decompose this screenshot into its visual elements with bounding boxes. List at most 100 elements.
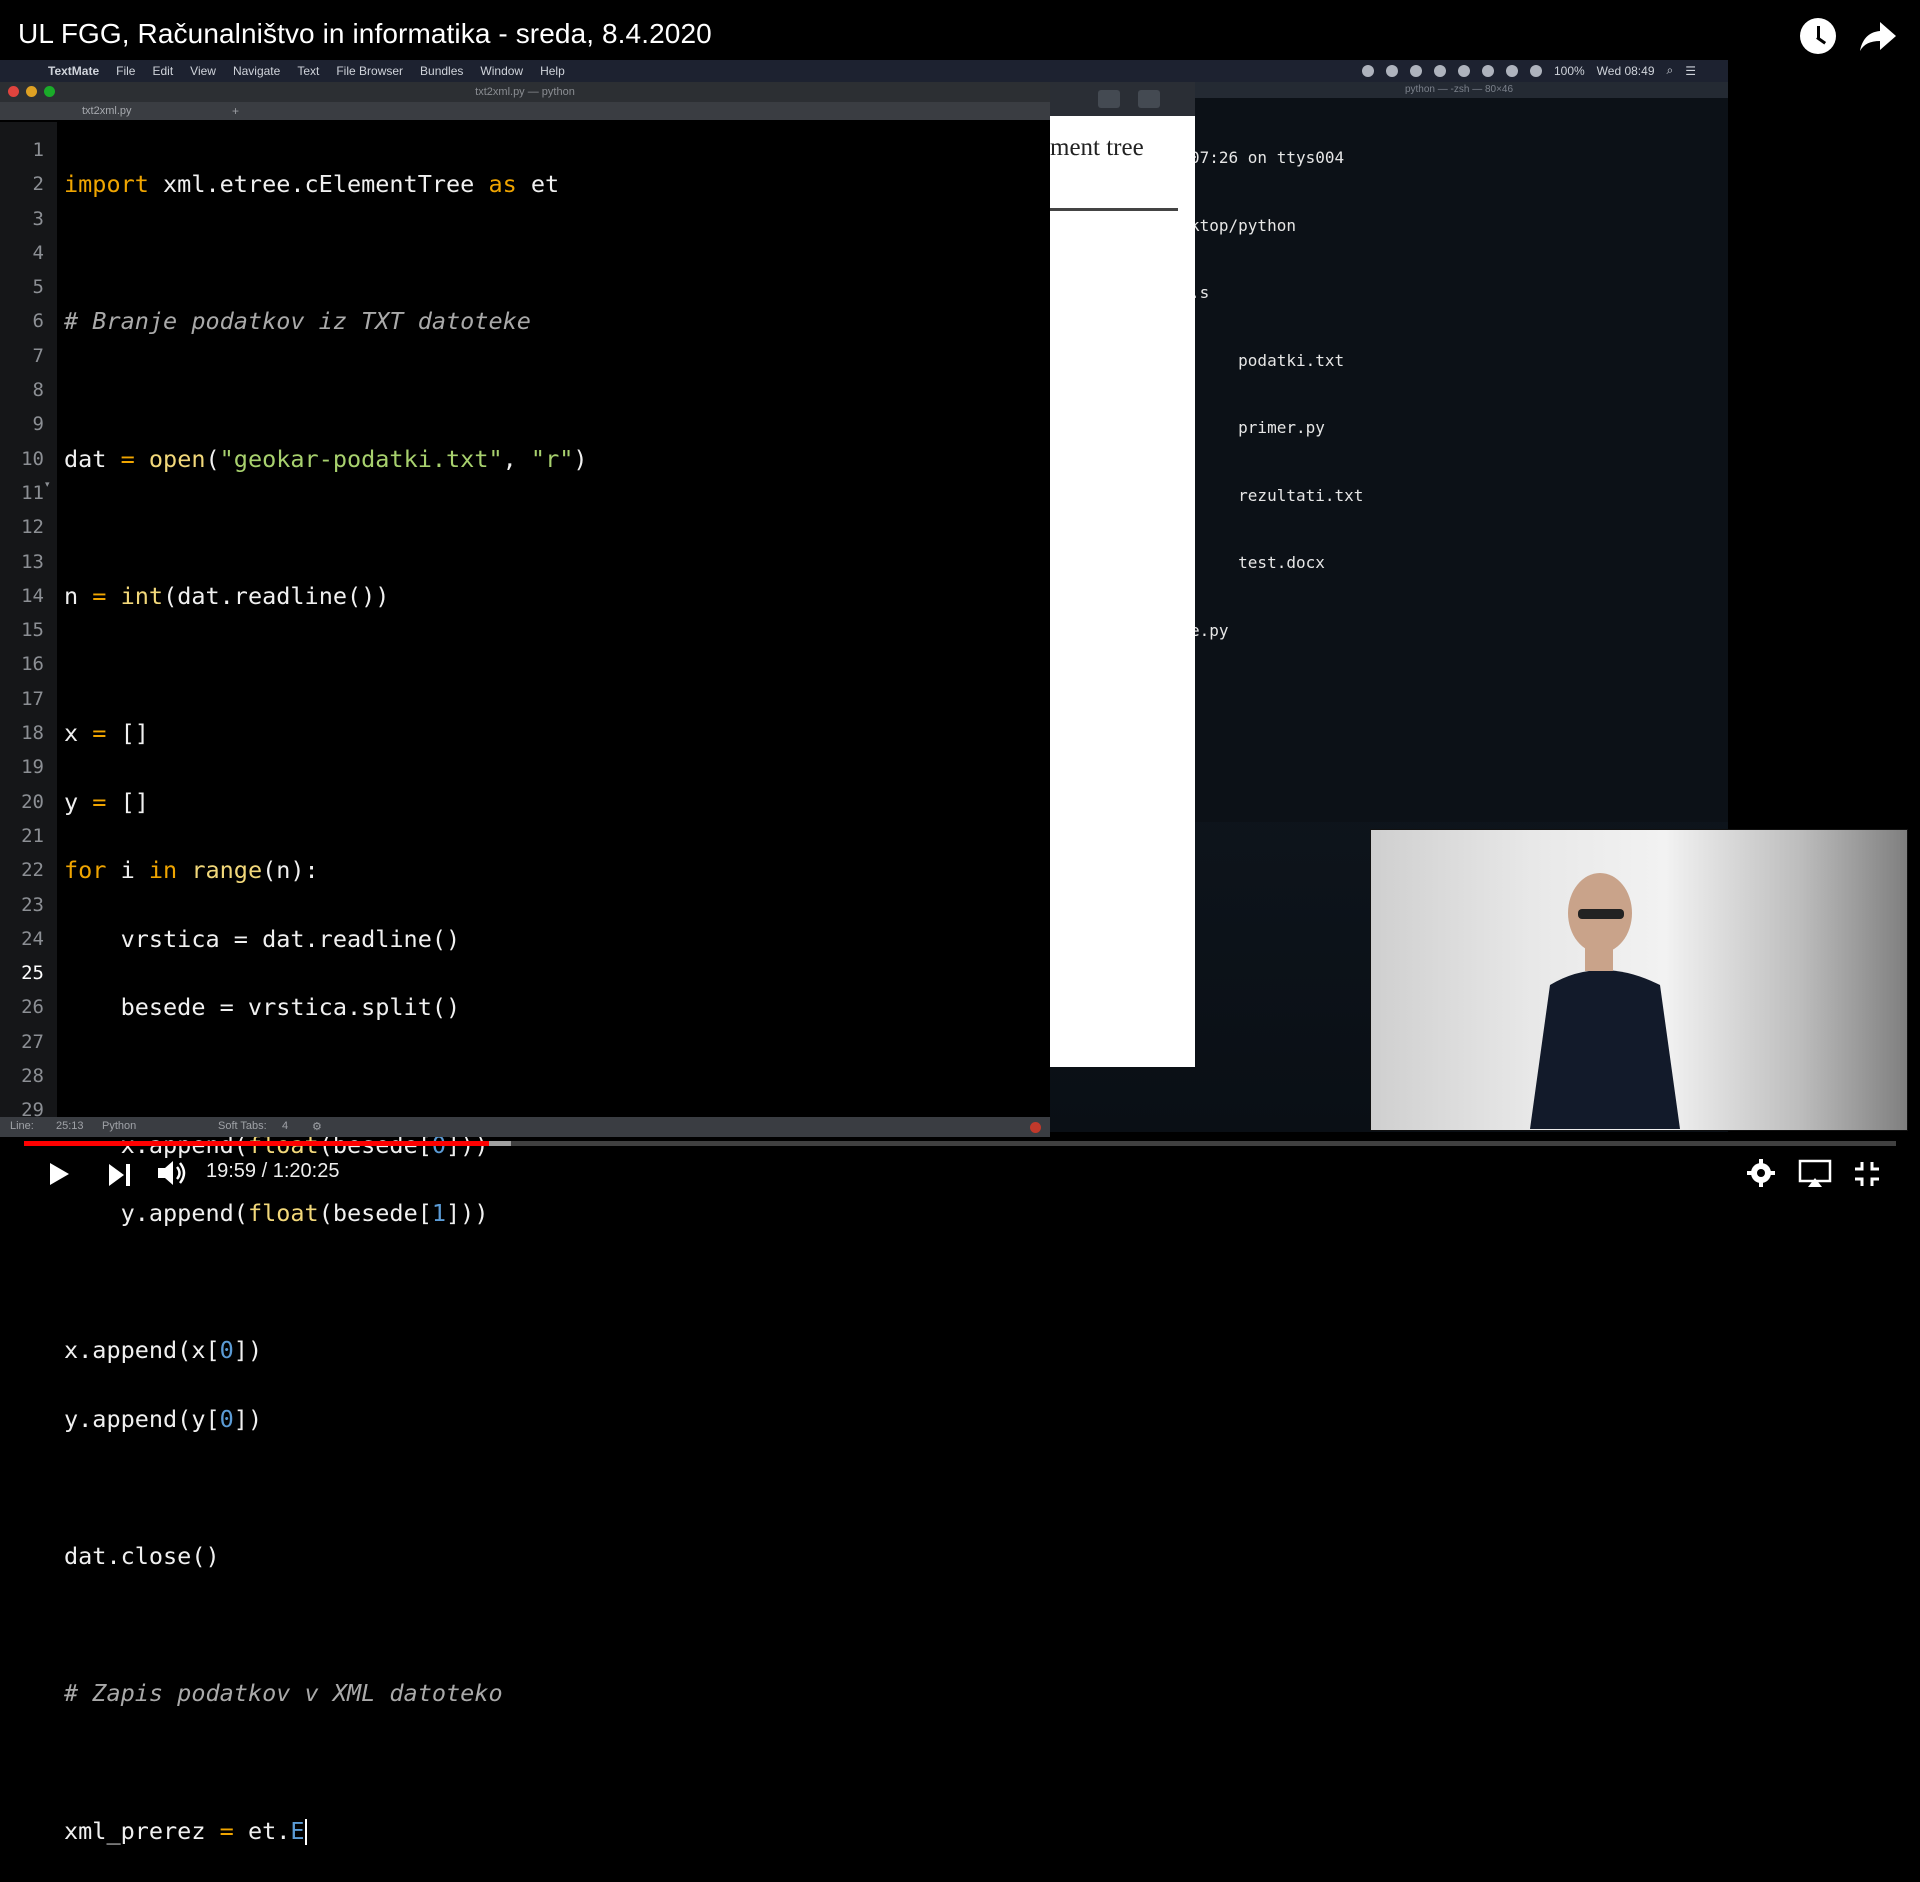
macos-menu-bar: TextMate File Edit View Navigate Text Fi… [0,60,1728,82]
menubar-clock[interactable]: Wed 08:49 [1597,64,1655,78]
play-icon[interactable] [44,1160,72,1188]
string: "r" [530,444,574,473]
code-line: xml_prerez = et.E [64,1814,588,1848]
language-selector[interactable]: Python [102,1120,136,1132]
close-window-button[interactable] [8,86,19,97]
battery-percent[interactable]: 100% [1554,64,1585,78]
line-number: 5 [32,276,44,299]
identifier: y [64,787,79,816]
soft-tabs-label[interactable]: Soft Tabs: [218,1120,267,1132]
gear-icon[interactable]: ⚙ [312,1120,322,1133]
line-label: Line: [10,1120,34,1132]
time-machine-icon[interactable] [1457,64,1470,77]
builtin-function: range [191,856,263,885]
progress-played[interactable] [24,1141,489,1146]
settings-icon[interactable] [1746,1158,1776,1188]
menu-items: TextMate File Edit View Navigate Text Fi… [48,64,565,78]
browser-window[interactable] [1040,82,1195,1067]
menu-view[interactable]: View [190,64,216,78]
status-icon[interactable] [1385,64,1398,77]
expression: y.append( [64,1199,248,1228]
exit-fullscreen-icon[interactable] [1852,1160,1882,1188]
line-number: 24 [21,927,44,950]
line-number: 6 [32,310,44,333]
code-line: n = int(dat.readline()) [64,579,588,613]
menu-textmate[interactable]: TextMate [48,64,99,78]
line-number: 26 [21,996,44,1019]
string: "geokar-podatki.txt" [219,444,503,473]
menu-navigate[interactable]: Navigate [233,64,280,78]
menu-help[interactable]: Help [540,64,565,78]
fold-toggle-icon[interactable]: ▾ [45,479,50,490]
menu-status-area: 100% Wed 08:49 ⌕ ☰ [1361,63,1696,78]
line-number: 1 [32,139,44,161]
next-icon[interactable] [106,1162,134,1188]
identifier: i [106,856,149,885]
zoom-window-button[interactable] [44,86,55,97]
code-content[interactable]: import xml.etree.cElementTree as et # Br… [64,133,588,1882]
minimize-window-button[interactable] [26,86,37,97]
spotlight-icon[interactable]: ⌕ [1667,63,1674,78]
tab-size-selector[interactable]: 4 [282,1120,288,1132]
status-icon[interactable] [1409,64,1422,77]
text-caret [304,1819,307,1846]
number: 0 [219,1336,234,1365]
statement: besede = vrstica.split() [64,993,461,1022]
line-number: 18 [21,722,44,745]
terminal-output: 07:26 on ttys004 ktop/python .s podatki.… [1190,102,1363,665]
terminal-line: podatki.txt [1190,350,1345,370]
line-number: 2 [32,173,44,196]
identifier: et. [247,1816,291,1845]
menu-edit[interactable]: Edit [152,64,173,78]
airplay-icon[interactable] [1798,1158,1832,1188]
browser-reload-icon[interactable] [1138,90,1160,108]
terminal-line: ktop/python [1190,215,1296,235]
terminal-line: 07:26 on ttys004 [1190,148,1345,167]
cursor-position[interactable]: 25:13 [56,1120,84,1132]
browser-home-icon[interactable] [1098,90,1120,108]
identifier: et [516,170,560,199]
line-number: 20 [21,790,44,813]
terminal-titlebar[interactable]: python — -zsh — 80×46 [1190,82,1728,98]
watch-later-icon[interactable] [1800,18,1836,54]
volume-status-icon[interactable] [1529,64,1542,77]
code-line: # Branje podatkov iz TXT datoteke [64,304,588,338]
menu-bundles[interactable]: Bundles [420,64,463,78]
expression: (n): [262,856,319,885]
macro-record-icon[interactable] [1030,1122,1041,1133]
punctuation: ) [573,444,588,473]
punctuation: , [502,444,531,473]
code-line: besede = vrstica.split() [64,990,588,1024]
code-line: for i in range(n): [64,853,588,887]
line-number: 4 [32,241,44,264]
status-icon[interactable] [1433,64,1446,77]
operator: = [205,1816,248,1845]
textmate-window-title: txt2xml.py — python [475,86,575,98]
line-number: 16 [21,653,44,676]
volume-icon[interactable] [156,1158,190,1188]
code-line: x.append(x[0]) [64,1333,588,1367]
tab-txt2xml[interactable]: txt2xml.py [10,102,220,120]
code-line: dat = open("geokar-podatki.txt", "r") [64,442,588,476]
notification-center-icon[interactable]: ☰ [1685,64,1696,78]
line-number: 10 [21,447,44,470]
builtin-function: int [120,581,164,610]
share-icon[interactable] [1858,20,1898,54]
code-line: y.append(y[0]) [64,1402,588,1436]
menu-text[interactable]: Text [297,64,319,78]
bluetooth-icon[interactable] [1481,64,1494,77]
video-title[interactable]: UL FGG, Računalništvo in informatika - s… [18,18,712,50]
code-line: dat.close() [64,1539,588,1573]
wifi-icon[interactable] [1505,64,1518,77]
terminal-line: rezultati.txt [1190,485,1364,505]
add-tab-button[interactable]: + [232,102,239,120]
number: 0 [219,1404,234,1433]
identifier: n [64,581,79,610]
status-icon[interactable] [1361,64,1374,77]
line-number: 3 [32,207,44,230]
menu-file[interactable]: File [116,64,135,78]
menu-file-browser[interactable]: File Browser [336,64,403,78]
menu-window[interactable]: Window [480,64,523,78]
